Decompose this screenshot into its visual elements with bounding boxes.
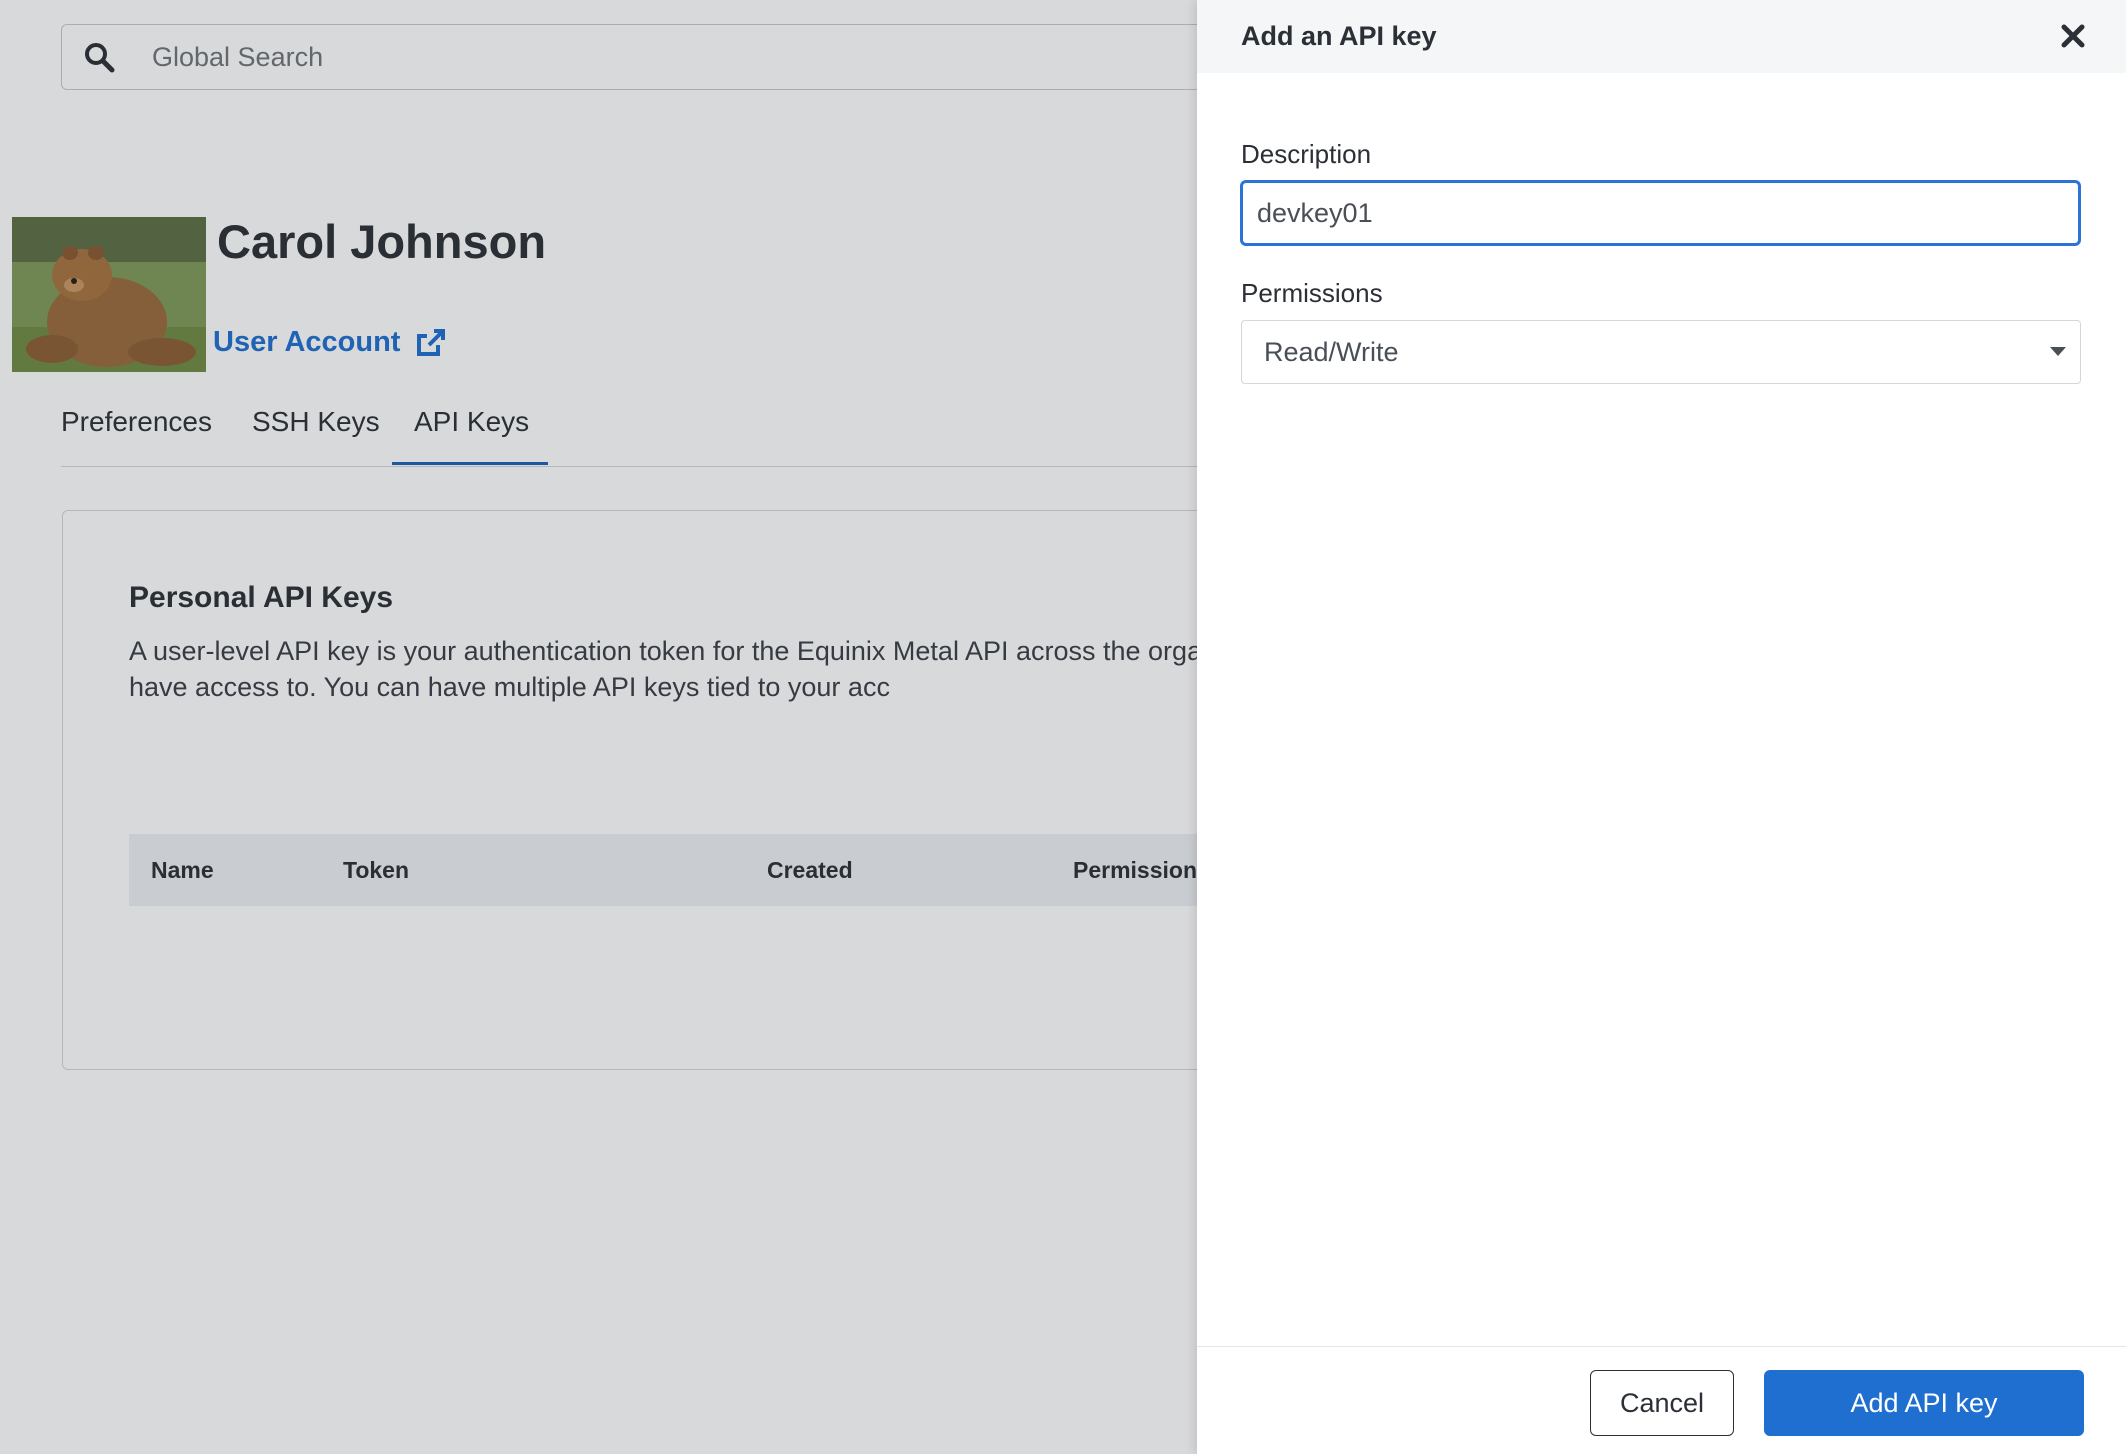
- cancel-button[interactable]: Cancel: [1590, 1370, 1734, 1436]
- close-icon[interactable]: [2059, 22, 2087, 50]
- drawer-header: Add an API key: [1197, 0, 2126, 73]
- description-label: Description: [1241, 139, 1372, 169]
- add-api-key-button[interactable]: Add API key: [1764, 1370, 2084, 1436]
- drawer-footer: Cancel Add API key: [1197, 1346, 2126, 1454]
- permissions-selected-value: Read/Write: [1264, 337, 1399, 367]
- description-input[interactable]: [1240, 180, 2081, 246]
- permissions-select[interactable]: Read/Write: [1241, 320, 2081, 384]
- add-api-key-drawer: Add an API key Description Permissions R…: [1197, 0, 2126, 1454]
- permissions-label: Permissions: [1241, 278, 1383, 308]
- chevron-down-icon: [2050, 347, 2066, 356]
- drawer-title: Add an API key: [1241, 21, 1437, 51]
